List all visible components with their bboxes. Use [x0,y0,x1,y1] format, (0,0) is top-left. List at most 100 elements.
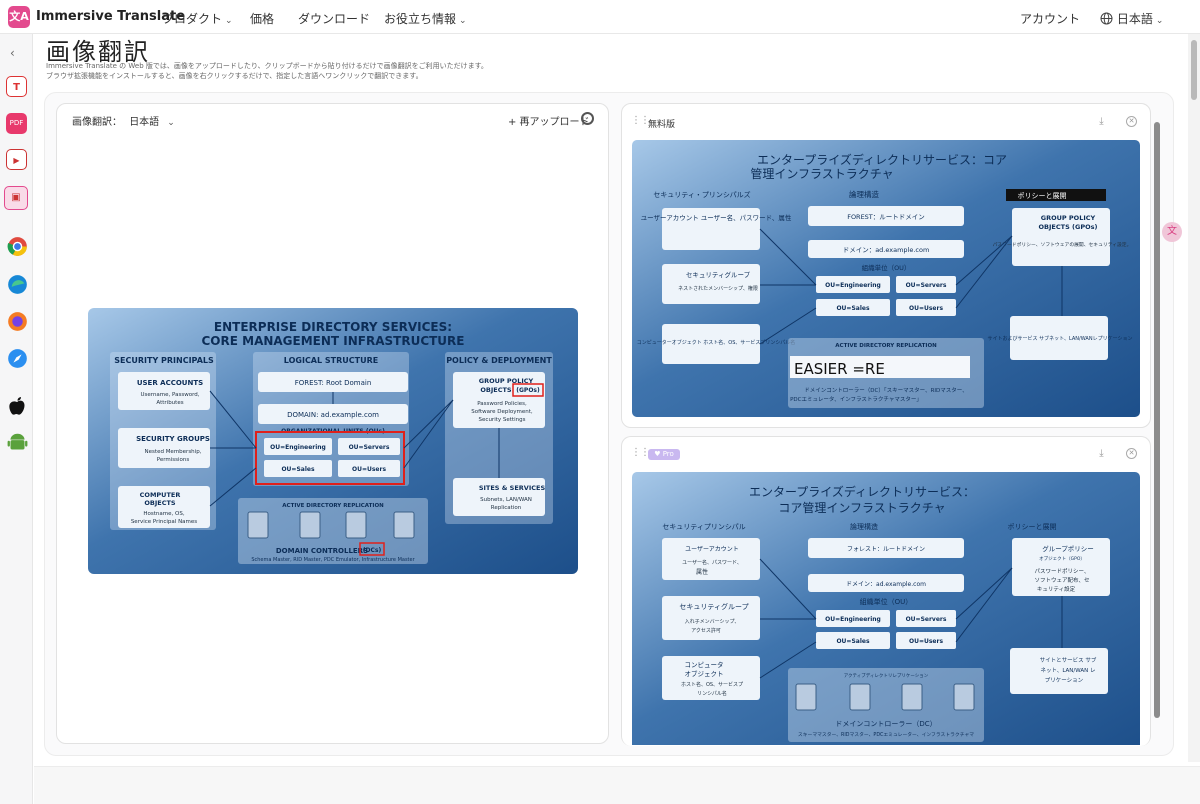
svg-text:ネストされたメンバーシップ、権限: ネストされたメンバーシップ、権限 [678,285,758,292]
chevron-down-icon: ⌄ [167,118,175,128]
firefox-icon[interactable] [7,311,28,332]
svg-text:論理構造: 論理構造 [849,189,879,199]
svg-text:LOGICAL STRUCTURE: LOGICAL STRUCTURE [284,356,378,365]
collapse-sidebar-icon[interactable]: ‹ [10,46,15,60]
text-translate-icon[interactable]: T [6,76,27,97]
svg-text:Security Settings: Security Settings [479,417,526,423]
svg-text:オブジェクト: オブジェクト [685,669,724,678]
video-translate-icon[interactable]: ▶ [6,149,27,170]
nav-pricing[interactable]: 価格 [250,10,274,27]
diagram-title-line-2: CORE MANAGEMENT INFRASTRUCTURE [202,334,465,348]
chrome-icon[interactable] [7,236,28,257]
svg-text:組織単位（OU）: 組織単位（OU） [862,263,911,272]
svg-text:ホスト名、OS、サービスプ: ホスト名、OS、サービスプ [681,681,743,688]
svg-text:ドメインコントローラー（DC）: ドメインコントローラー（DC） [835,720,936,728]
close-icon[interactable]: ✕ [1126,448,1137,459]
svg-text:OU=Users: OU=Users [909,305,943,312]
results-scrollbar[interactable] [1154,116,1162,746]
apple-icon[interactable] [7,396,28,417]
page-scrollbar[interactable] [1188,34,1200,762]
page-description-line-1: Immersive Translate の Web 版では、画像をアップロードし… [46,62,488,70]
safari-icon[interactable] [7,348,28,369]
drag-handle-icon[interactable]: ⋮⋮ [631,447,650,458]
svg-text:グループポリシー: グループポリシー [1042,544,1094,553]
top-navigation-bar: 文A Immersive Translate プロダクト ⌄ 価格 ダウンロード … [0,0,1200,34]
svg-text:サイトおよびサービス サブネット、LAN/WANレプリケーシ: サイトおよびサービス サブネット、LAN/WANレプリケーション [988,335,1133,342]
svg-text:サイトとサービス サブ: サイトとサービス サブ [1040,656,1097,664]
language-selector[interactable]: 日本語 ⌄ [1100,10,1163,27]
svg-text:OU=Servers: OU=Servers [349,444,390,451]
edge-icon[interactable] [7,274,28,295]
floating-translate-button[interactable]: 文 [1162,222,1182,242]
svg-text:プリケーション: プリケーション [1045,677,1084,684]
svg-text:ソフトウェア配布、セ: ソフトウェア配布、セ [1034,576,1089,584]
svg-text:パスワードポリシー、: パスワードポリシー、 [1035,568,1090,575]
svg-text:Password Policies,: Password Policies, [477,401,527,407]
svg-text:OU=Servers: OU=Servers [906,616,947,623]
nav-resources[interactable]: お役立ち情報 ⌄ [384,10,467,27]
svg-text:セキュリティグループ: セキュリティグループ [686,270,751,279]
svg-text:パスワードポリシー、ソフトウェアの展開、セキュリティ設定。: パスワードポリシー、ソフトウェアの展開、セキュリティ設定。 [993,241,1132,248]
download-icon[interactable]: ⤓ [1096,116,1107,127]
svg-text:ポリシーと展開: ポリシーと展開 [1018,192,1067,200]
page-description-line-2: ブラウザ拡張機能をインストールすると、画像を右クリックするだけで、指定した言語へ… [46,72,423,80]
svg-text:OU=Sales: OU=Sales [836,638,869,645]
pdf-translate-icon[interactable]: PDF [6,113,27,134]
svg-text:スキーママスター、RIDマスター、PDCエミュレーター、イン: スキーママスター、RIDマスター、PDCエミュレーター、インフラストラクチャマ [798,731,974,738]
svg-text:OU=Users: OU=Users [352,466,386,473]
svg-text:ACTIVE DIRECTORY REPLICATION: ACTIVE DIRECTORY REPLICATION [282,503,384,509]
account-link[interactable]: アカウント [1020,10,1080,27]
svg-text:ドメイン：ad.example.com: ドメイン：ad.example.com [843,246,930,254]
svg-text:ユーザーアカウント ユーザー名、パスワード、属性: ユーザーアカウント ユーザー名、パスワード、属性 [641,213,792,222]
source-language-selector[interactable]: 画像翻訳： 日本語 ⌄ [72,113,175,128]
chevron-down-icon: ⌄ [225,16,233,26]
svg-text:OU=Users: OU=Users [909,638,943,645]
svg-text:Permissions: Permissions [157,457,190,463]
svg-text:OBJECTS (GPOs): OBJECTS (GPOs) [1039,223,1098,231]
page-bottom-area [34,766,1200,804]
chevron-down-icon: ⌄ [459,16,467,26]
svg-text:組織単位（OU）: 組織単位（OU） [860,597,913,606]
settings-icon[interactable] [581,112,594,125]
svg-text:Nested Membership,: Nested Membership, [145,449,202,455]
svg-text:論理構造: 論理構造 [850,522,878,531]
nav-product[interactable]: プロダクト ⌄ [162,10,233,27]
svg-text:DOMAIN CONTROLLERS: DOMAIN CONTROLLERS [276,547,368,555]
svg-text:属性: 属性 [696,568,708,576]
reupload-button[interactable]: + 再アップロード [508,113,590,128]
svg-text:(GPOs): (GPOs) [516,387,540,394]
svg-text:FOREST: Root Domain: FOREST: Root Domain [295,379,372,387]
svg-text:OBJECTS: OBJECTS [144,499,176,507]
svg-text:OU=Servers: OU=Servers [906,282,947,289]
android-icon[interactable] [7,432,28,453]
svg-text:フォレスト：ルートドメイン: フォレスト：ルートドメイン [847,546,925,553]
svg-text:Schema Master, RID Master, PDC: Schema Master, RID Master, PDC Emulator,… [251,557,415,563]
pro-translated-image: エンタープライズディレクトリサービス： コア管理インフラストラクチャ セキュリテ… [632,472,1140,745]
download-icon[interactable]: ⤓ [1096,448,1107,459]
svg-text:COMPUTER: COMPUTER [140,491,181,499]
svg-text:OU=Engineering: OU=Engineering [825,616,881,623]
svg-text:OU=Sales: OU=Sales [281,466,314,473]
chevron-down-icon: ⌄ [1155,16,1164,26]
svg-text:(DCs): (DCs) [363,547,382,554]
svg-text:Software Deployment,: Software Deployment, [471,409,533,415]
diagram-title-line-1: ENTERPRISE DIRECTORY SERVICES: [214,320,452,334]
close-icon[interactable]: ✕ [1126,116,1137,127]
free-version-label: 無料版 [648,120,676,130]
svg-text:コンピューターオブジェクト ホスト名、OS、サービスプリンシ: コンピューターオブジェクト ホスト名、OS、サービスプリンシパル名 [637,339,796,346]
svg-text:OU=Engineering: OU=Engineering [825,282,881,289]
svg-text:SECURITY GROUPS: SECURITY GROUPS [136,435,210,443]
svg-text:エンタープライズディレクトリサービス：: エンタープライズディレクトリサービス： [749,484,975,499]
svg-text:ドメイン：ad.example.com: ドメイン：ad.example.com [846,581,926,588]
svg-text:Replication: Replication [491,505,522,511]
image-translate-icon[interactable]: ▣ [4,186,28,210]
immersive-translate-logo[interactable]: 文A [8,6,30,28]
svg-text:PDCエミュレータ、インフラストラクチャマスター」: PDCエミュレータ、インフラストラクチャマスター」 [790,395,922,403]
svg-text:Username, Password,: Username, Password, [141,392,200,398]
svg-text:アクセス許可: アクセス許可 [691,627,721,634]
svg-text:オブジェクト（GPO）: オブジェクト（GPO） [1039,555,1085,562]
nav-download[interactable]: ダウンロード [298,10,370,27]
drag-handle-icon[interactable]: ⋮⋮ [631,115,650,126]
pro-badge: ♥ Pro [648,449,680,460]
svg-text:入れ子メンバーシップ、: 入れ子メンバーシップ、 [685,618,740,625]
